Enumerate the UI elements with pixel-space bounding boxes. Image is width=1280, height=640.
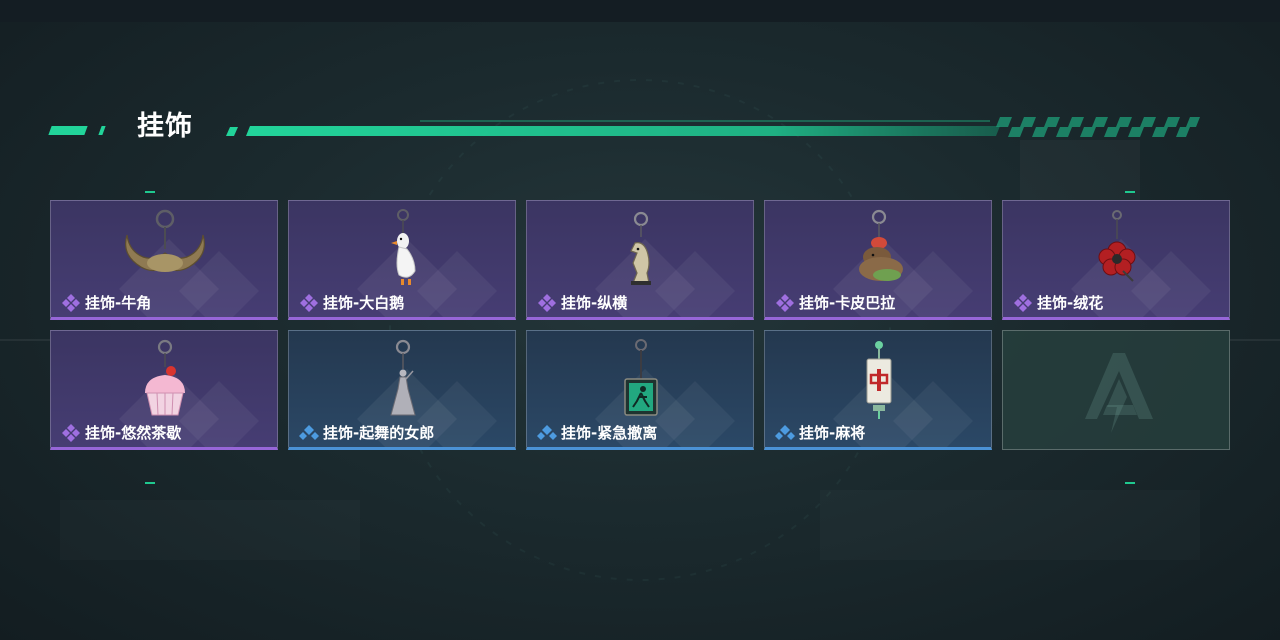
blue-rarity-icon xyxy=(299,425,319,440)
item-card[interactable]: 挂饰-纵横 xyxy=(526,200,754,320)
cupcake-charm-icon xyxy=(145,339,185,416)
item-name: 挂饰-紧急撤离 xyxy=(561,424,658,442)
chess-knight-charm-icon xyxy=(630,211,651,285)
item-card[interactable]: 挂饰-牛角 xyxy=(50,200,278,320)
item-card[interactable]: 挂饰-起舞的女郎 xyxy=(288,330,516,450)
frame-tick xyxy=(1125,482,1135,484)
item-name: 挂饰-牛角 xyxy=(85,294,152,312)
frame-tick xyxy=(145,482,155,484)
blue-rarity-icon xyxy=(537,425,557,440)
item-card[interactable]: 挂饰-麻将 xyxy=(764,330,992,450)
white-goose-charm-icon xyxy=(391,209,416,285)
game-logo-icon xyxy=(1085,353,1153,433)
purple-rarity-icon xyxy=(300,294,318,312)
item-name: 挂饰-纵横 xyxy=(561,294,628,312)
item-card[interactable]: 挂饰-绒花 xyxy=(1002,200,1230,320)
purple-rarity-icon xyxy=(62,424,80,442)
exit-sign-charm-icon xyxy=(624,339,658,416)
item-name: 挂饰-悠然茶歇 xyxy=(85,424,182,442)
mahjong-tile-charm-icon xyxy=(866,341,892,419)
item-name: 挂饰-绒花 xyxy=(1037,294,1104,312)
item-name: 挂饰-卡皮巴拉 xyxy=(799,294,896,312)
capybara-charm-icon xyxy=(859,209,903,281)
item-card[interactable]: 挂饰-卡皮巴拉 xyxy=(764,200,992,320)
frame-tick xyxy=(145,191,155,193)
item-name: 挂饰-起舞的女郎 xyxy=(323,424,435,442)
purple-rarity-icon xyxy=(62,294,80,312)
item-card[interactable]: 挂饰-大白鹅 xyxy=(288,200,516,320)
item-name: 挂饰-麻将 xyxy=(799,424,866,442)
blue-rarity-icon xyxy=(775,425,795,440)
dancing-lady-charm-icon xyxy=(390,339,416,416)
purple-rarity-icon xyxy=(776,294,794,312)
frame-tick xyxy=(1125,191,1135,193)
item-name: 挂饰-大白鹅 xyxy=(323,294,405,312)
item-card[interactable]: 挂饰-紧急撤离 xyxy=(526,330,754,450)
empty-slot xyxy=(1002,330,1230,450)
item-card[interactable]: 挂饰-悠然茶歇 xyxy=(50,330,278,450)
charm-grid: 挂饰-牛角 挂饰-大白鹅 挂饰-纵横 挂饰-卡皮巴拉 挂饰-绒花 挂饰-悠然茶歇… xyxy=(50,200,1230,450)
bull-horns-charm-icon xyxy=(125,209,205,272)
purple-rarity-icon xyxy=(538,294,556,312)
red-flower-charm-icon xyxy=(1098,210,1136,282)
purple-rarity-icon xyxy=(1014,294,1032,312)
header-accent-bar xyxy=(226,117,1200,137)
